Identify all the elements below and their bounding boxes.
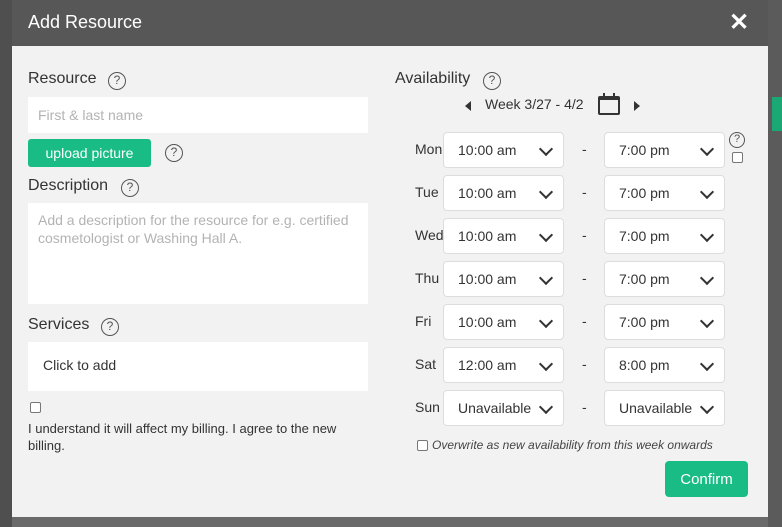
chevron-down-icon (538, 270, 554, 286)
next-week-icon[interactable] (634, 101, 640, 111)
select-value: 10:00 am (458, 142, 517, 158)
fri-start-select[interactable]: 10:00 am (443, 304, 564, 340)
day-label-sat: Sat (415, 356, 437, 372)
chevron-down-icon (699, 313, 715, 329)
resource-help-icon[interactable]: ? (108, 72, 126, 90)
tue-start-select[interactable]: 10:00 am (443, 175, 564, 211)
backdrop-left (0, 0, 12, 527)
resource-label: Resource (28, 70, 97, 87)
select-value: 7:00 pm (619, 314, 670, 330)
overwrite-text: Overwrite as new availability from this … (432, 438, 713, 452)
select-value: 12:00 am (458, 357, 517, 373)
select-value: 7:00 pm (619, 142, 670, 158)
time-separator: - (582, 399, 587, 415)
upload-picture-button[interactable]: upload picture (28, 139, 151, 167)
chevron-down-icon (538, 141, 554, 157)
overwrite-checkbox[interactable] (417, 440, 428, 451)
sun-end-select[interactable]: Unavailable (604, 390, 725, 426)
chevron-down-icon (699, 399, 715, 415)
mon-start-select[interactable]: 10:00 am (443, 132, 564, 168)
confirm-button[interactable]: Confirm (665, 461, 748, 497)
availability-label: Availability (395, 70, 471, 87)
chevron-down-icon (699, 141, 715, 157)
backdrop-right (768, 0, 782, 527)
fri-end-select[interactable]: 7:00 pm (604, 304, 725, 340)
chevron-down-icon (538, 184, 554, 200)
add-resource-modal: Add Resource ✕ Resource ? upload picture… (12, 0, 768, 517)
tue-end-select[interactable]: 7:00 pm (604, 175, 725, 211)
chevron-down-icon (538, 356, 554, 372)
sun-start-select[interactable]: Unavailable (443, 390, 564, 426)
day-label-sun: Sun (415, 399, 440, 415)
select-value: 7:00 pm (619, 271, 670, 287)
services-picker[interactable]: Click to add (28, 342, 368, 391)
day-label-fri: Fri (415, 313, 432, 329)
select-value: Unavailable (619, 400, 693, 416)
chevron-down-icon (699, 184, 715, 200)
wed-start-select[interactable]: 10:00 am (443, 218, 564, 254)
day-label-thu: Thu (415, 270, 440, 286)
billing-agreement-text: I understand it will affect my billing. … (28, 421, 337, 453)
chevron-down-icon (538, 313, 554, 329)
select-value: 10:00 am (458, 228, 517, 244)
day-label-wed: Wed (415, 227, 444, 243)
select-value: 10:00 am (458, 271, 517, 287)
thu-end-select[interactable]: 7:00 pm (604, 261, 725, 297)
sat-start-select[interactable]: 12:00 am (443, 347, 564, 383)
wed-end-select[interactable]: 7:00 pm (604, 218, 725, 254)
sat-end-select[interactable]: 8:00 pm (604, 347, 725, 383)
chevron-down-icon (699, 227, 715, 243)
mon-help-icon[interactable]: ? (729, 132, 745, 148)
chevron-down-icon (699, 356, 715, 372)
time-separator: - (582, 184, 587, 200)
close-icon[interactable]: ✕ (728, 10, 750, 36)
chevron-down-icon (538, 227, 554, 243)
select-value: 10:00 am (458, 185, 517, 201)
availability-help-icon[interactable]: ? (483, 72, 501, 90)
week-range: Week 3/27 - 4/2 (485, 96, 584, 112)
mon-apply-checkbox[interactable] (732, 152, 743, 163)
select-value: 8:00 pm (619, 357, 670, 373)
prev-week-icon[interactable] (465, 101, 471, 111)
chevron-down-icon (538, 399, 554, 415)
day-label-tue: Tue (415, 184, 439, 200)
time-separator: - (582, 227, 587, 243)
upload-help-icon[interactable]: ? (165, 144, 183, 162)
select-value: Unavailable (458, 400, 532, 416)
select-value: 7:00 pm (619, 228, 670, 244)
day-label-mon: Mon (415, 141, 443, 157)
description-textarea[interactable] (28, 203, 368, 304)
billing-agree-checkbox[interactable] (30, 402, 41, 413)
mon-end-select[interactable]: 7:00 pm (604, 132, 725, 168)
backdrop-button-fragment (772, 97, 782, 131)
time-separator: - (582, 270, 587, 286)
resource-name-input[interactable] (28, 97, 368, 133)
select-value: 10:00 am (458, 314, 517, 330)
modal-title: Add Resource (28, 12, 143, 32)
time-separator: - (582, 356, 587, 372)
description-label: Description (28, 177, 109, 194)
services-help-icon[interactable]: ? (101, 318, 119, 336)
calendar-icon[interactable] (598, 93, 620, 115)
time-separator: - (582, 313, 587, 329)
services-label: Services (28, 316, 90, 333)
select-value: 7:00 pm (619, 185, 670, 201)
description-help-icon[interactable]: ? (121, 179, 139, 197)
thu-start-select[interactable]: 10:00 am (443, 261, 564, 297)
time-separator: - (582, 141, 587, 157)
modal-header: Add Resource ✕ (12, 0, 768, 46)
chevron-down-icon (699, 270, 715, 286)
